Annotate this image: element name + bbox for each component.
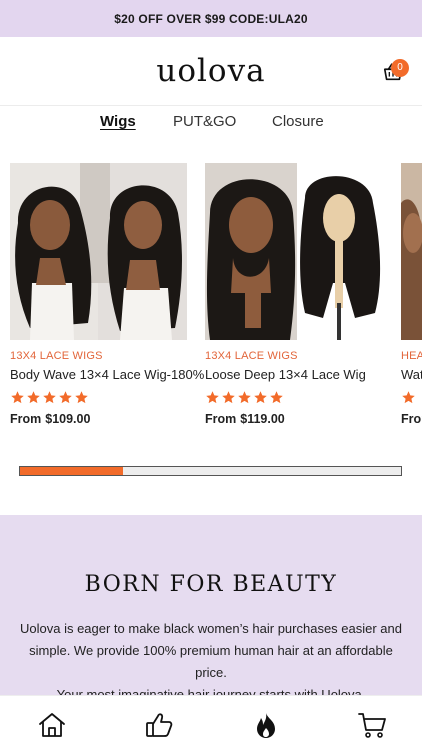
header: uolova — [0, 37, 422, 106]
product-title[interactable]: Loose Deep 13×4 Lace Wig — [205, 367, 382, 382]
cart-icon[interactable] — [357, 710, 387, 740]
product-title[interactable]: Wat — [401, 367, 422, 382]
product-carousel[interactable]: 13X4 LACE WIGS Body Wave 13×4 Lace Wig-1… — [0, 163, 422, 433]
star-icon — [27, 391, 40, 404]
star-icon — [270, 391, 283, 404]
product-image[interactable] — [10, 163, 187, 340]
product-photo — [401, 163, 422, 340]
about-title: BORN FOR BEAUTY — [84, 572, 338, 597]
product-card[interactable]: 13X4 LACE WIGS Body Wave 13×4 Lace Wig-1… — [10, 163, 204, 426]
promo-text: $20 OFF OVER $99 CODE:ULA20 — [114, 11, 308, 26]
product-category: HEA — [401, 350, 422, 362]
price-prefix: From — [10, 412, 42, 426]
bottom-navigation — [0, 695, 422, 750]
star-icon — [238, 391, 251, 404]
star-icon — [11, 391, 24, 404]
home-icon[interactable] — [37, 710, 67, 740]
product-category: 13X4 LACE WIGS — [205, 350, 298, 362]
price-value: $119.00 — [240, 412, 285, 426]
product-price: Fror — [401, 412, 422, 426]
product-image[interactable] — [401, 163, 422, 340]
about-text-line: Uolova is eager to make black women’s ha… — [19, 621, 402, 636]
product-photo — [10, 163, 187, 340]
product-card[interactable]: 13X4 LACE WIGS Loose Deep 13×4 Lace Wig … — [205, 163, 382, 426]
star-icon — [222, 391, 235, 404]
product-image[interactable] — [205, 163, 382, 340]
star-icon — [254, 391, 267, 404]
star-icon — [43, 391, 56, 404]
about-section: BORN FOR BEAUTY Uolova is eager to make … — [0, 515, 422, 702]
tab-wigs[interactable]: Wigs — [100, 113, 136, 130]
star-icon — [59, 391, 72, 404]
about-text-line: simple. We provide 100% premium human ha… — [29, 643, 393, 680]
brand-logo[interactable]: uolova — [156, 53, 265, 89]
rating-stars — [401, 390, 422, 406]
tab-closure[interactable]: Closure — [272, 113, 324, 130]
price-prefix: From — [205, 412, 237, 426]
product-title[interactable]: Body Wave 13×4 Lace Wig-180% — [10, 367, 204, 382]
cart-count-badge: 0 — [391, 59, 409, 77]
carousel-scrollbar[interactable] — [19, 466, 402, 476]
about-text: Uolova is eager to make black women’s ha… — [12, 618, 410, 706]
price-prefix: Fror — [401, 412, 422, 426]
product-photo — [205, 163, 382, 340]
tab-put-go[interactable]: PUT&GO — [173, 113, 236, 130]
star-icon — [75, 391, 88, 404]
star-icon — [206, 391, 219, 404]
category-tabs: Wigs PUT&GO Closure — [0, 106, 422, 140]
product-category: 13X4 LACE WIGS — [10, 350, 103, 362]
thumbs-up-icon[interactable] — [144, 710, 174, 740]
product-card[interactable]: HEA Wat Fror — [401, 163, 422, 426]
fire-icon[interactable] — [251, 710, 281, 740]
rating-stars — [10, 390, 187, 406]
carousel-scrollbar-thumb[interactable] — [20, 467, 123, 475]
promo-banner[interactable]: $20 OFF OVER $99 CODE:ULA20 — [0, 0, 422, 37]
star-icon — [402, 391, 415, 404]
product-price: From $119.00 — [205, 412, 382, 426]
rating-stars — [205, 390, 382, 406]
price-value: $109.00 — [45, 412, 91, 426]
product-price: From $109.00 — [10, 412, 187, 426]
